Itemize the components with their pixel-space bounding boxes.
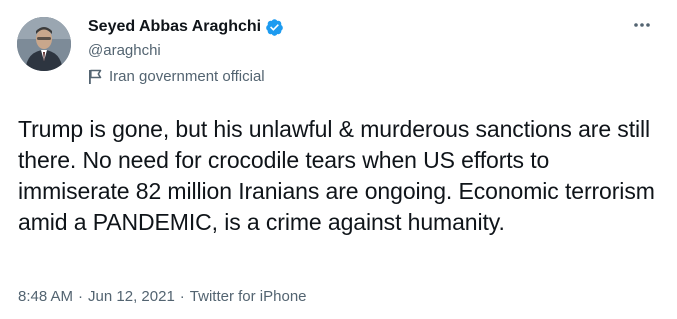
tweet-time[interactable]: 8:48 AM [18,288,73,305]
flag-icon [88,69,102,85]
author-block: Seyed Abbas Araghchi @araghchi Iran gove… [88,16,284,85]
user-handle[interactable]: @araghchi [88,42,284,59]
tweet-meta: 8:48 AM · Jun 12, 2021 · Twitter for iPh… [18,288,307,305]
name-row: Seyed Abbas Araghchi [88,16,284,38]
tweet-source[interactable]: Twitter for iPhone [190,288,307,305]
meta-separator: · [179,288,185,305]
verified-badge-icon [265,18,284,37]
avatar[interactable] [17,17,71,71]
government-label[interactable]: Iran government official [88,68,284,85]
meta-separator: · [78,288,84,305]
government-label-text: Iran government official [109,68,265,85]
tweet-date[interactable]: Jun 12, 2021 [88,288,175,305]
avatar-image [17,17,71,71]
more-options-icon[interactable] [630,15,654,35]
tweet-card: Seyed Abbas Araghchi @araghchi Iran gove… [0,0,677,319]
tweet-text: Trump is gone, but his unlawful & murder… [18,116,655,235]
display-name[interactable]: Seyed Abbas Araghchi [88,18,261,36]
